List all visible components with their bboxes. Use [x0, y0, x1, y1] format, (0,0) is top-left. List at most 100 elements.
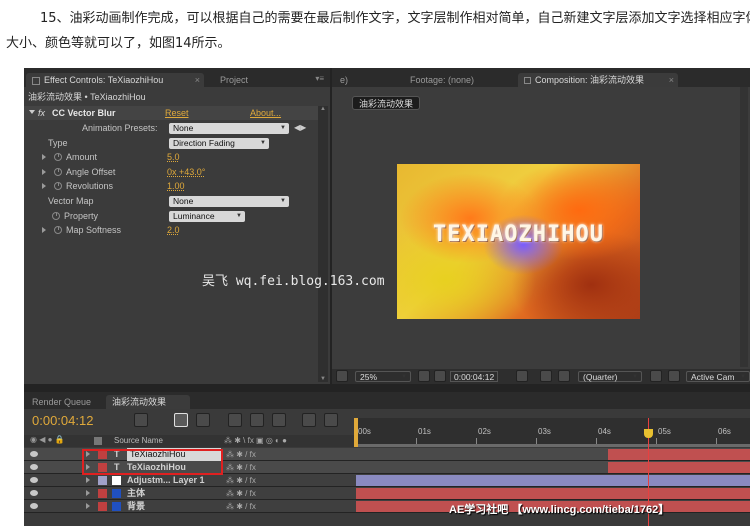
draft-3d-icon[interactable]	[196, 413, 210, 427]
label-color-swatch[interactable]	[98, 502, 107, 511]
layer-switches-icons[interactable]: ⁂ ✱ / fx	[226, 448, 256, 461]
expand-arrow-icon[interactable]	[86, 503, 90, 509]
transparency-grid-icon[interactable]	[668, 370, 680, 382]
show-snapshot-icon[interactable]	[540, 370, 552, 382]
time-ruler[interactable]: 00s 01s 02s 03s 04s 05s 06s	[356, 418, 750, 444]
camera-dropdown[interactable]: Active Cam	[686, 371, 750, 383]
stopwatch-icon[interactable]	[54, 226, 62, 235]
label-color-swatch[interactable]	[98, 489, 107, 498]
property-value[interactable]: 2.0	[167, 223, 180, 237]
snapshot-icon[interactable]	[516, 370, 528, 382]
expand-arrow-icon[interactable]	[86, 477, 90, 483]
comp-mini-flowchart-icon[interactable]	[174, 413, 188, 427]
viewer-scrollbar[interactable]	[740, 87, 748, 367]
ruler-tick-label: 00s	[358, 427, 371, 436]
tab-timeline-comp[interactable]: 油彩流动效果	[106, 395, 190, 409]
visibility-eye-icon[interactable]	[30, 464, 38, 470]
motion-blur-icon[interactable]	[272, 413, 286, 427]
property-row: Property Luminance	[24, 209, 318, 223]
expand-arrow-icon[interactable]	[42, 168, 46, 175]
property-row: Type Direction Fading	[24, 136, 318, 150]
stopwatch-icon[interactable]	[54, 153, 62, 162]
resolution-dropdown[interactable]: (Quarter)	[578, 371, 642, 383]
scroll-down-icon[interactable]: ▼	[320, 376, 326, 382]
property-label: Revolutions	[66, 181, 114, 192]
property-value[interactable]: 0x +43.0°	[167, 165, 205, 179]
fx-icon[interactable]: fx	[38, 106, 45, 120]
tab-left-partial[interactable]: e)	[334, 73, 354, 87]
playhead-handle-icon[interactable]	[643, 429, 653, 438]
layer-name[interactable]: 背景	[127, 500, 145, 513]
about-link[interactable]: About...	[250, 106, 281, 120]
label-color-swatch[interactable]	[98, 476, 107, 485]
tab-footage[interactable]: Footage: (none)	[404, 73, 480, 87]
tab-render-queue[interactable]: Render Queue	[26, 395, 97, 409]
footer-watermark: AE学习社吧 【www.lincg.com/tieba/1762】	[449, 504, 670, 516]
expand-arrow-icon[interactable]	[42, 183, 46, 190]
region-of-interest-icon[interactable]	[650, 370, 662, 382]
preset-nav-arrows-icon[interactable]: ◀▶	[294, 121, 306, 135]
reset-link[interactable]: Reset	[165, 106, 189, 120]
property-dropdown[interactable]: Luminance	[169, 210, 245, 222]
expand-arrow-icon[interactable]	[29, 110, 35, 114]
ruler-tick-label: 03s	[538, 427, 551, 436]
layer-switches-icons[interactable]: ⁂ ✱ / fx	[226, 461, 256, 474]
tab-composition[interactable]: Composition: 油彩流动效果 ×	[518, 73, 678, 87]
graph-editor-icon[interactable]	[302, 413, 316, 427]
layer-duration-bar[interactable]	[356, 475, 750, 486]
stopwatch-icon[interactable]	[54, 167, 62, 176]
zoom-dropdown[interactable]: 25%	[355, 371, 411, 383]
scroll-up-icon[interactable]: ▲	[320, 106, 326, 112]
work-area-start-icon[interactable]	[354, 418, 358, 447]
property-label: Type	[48, 137, 68, 148]
property-label: Angle Offset	[66, 166, 116, 177]
layer-duration-bar[interactable]	[608, 462, 750, 473]
comp-name-button[interactable]: 油彩流动效果	[352, 96, 421, 110]
property-dropdown[interactable]: None	[169, 123, 289, 134]
scrollbar[interactable]: ▲ ▼	[318, 106, 328, 382]
visibility-eye-icon[interactable]	[30, 490, 38, 496]
tab-effect-controls[interactable]: Effect Controls: TeXiaozhiHou ×	[26, 73, 204, 87]
close-icon[interactable]: ×	[669, 73, 674, 87]
layer-name[interactable]: Adjustm... Layer 1	[127, 474, 205, 487]
hide-shy-layers-icon[interactable]	[228, 413, 242, 427]
layer-duration-bar[interactable]	[608, 449, 750, 460]
channel-icon[interactable]	[558, 370, 570, 382]
layer-row[interactable]: Adjustm... Layer 1 ⁂ ✱ / fx	[24, 474, 750, 487]
layer-switches-icons[interactable]: ⁂ ✱ / fx	[226, 474, 256, 487]
tab-project[interactable]: Project	[214, 73, 254, 87]
current-time[interactable]: 0:00:04:12	[450, 371, 499, 382]
layer-row[interactable]: 主体 ⁂ ✱ / fx	[24, 487, 750, 500]
lock-icon[interactable]	[524, 77, 531, 85]
always-preview-icon[interactable]	[336, 370, 348, 382]
ae-screenshot: Effect Controls: TeXiaozhiHou × Project …	[24, 68, 750, 526]
panel-options-icon[interactable]: ▾≡	[315, 74, 324, 83]
visibility-eye-icon[interactable]	[30, 503, 38, 509]
expand-arrow-icon[interactable]	[86, 490, 90, 496]
timeline-timecode[interactable]: 0:00:04:12	[32, 413, 93, 428]
visibility-eye-icon[interactable]	[30, 451, 38, 457]
expand-arrow-icon[interactable]	[42, 227, 46, 234]
brainstorm-icon[interactable]	[324, 413, 338, 427]
work-area-bar[interactable]	[356, 444, 750, 447]
safe-zones-icon[interactable]	[418, 370, 430, 382]
property-value[interactable]: 5.0	[167, 150, 180, 164]
ruler-tick-label: 06s	[718, 427, 731, 436]
visibility-eye-icon[interactable]	[30, 477, 38, 483]
property-value[interactable]: 1.00	[167, 179, 185, 193]
layer-switches-icons[interactable]: ⁂ ✱ / fx	[226, 500, 256, 513]
close-icon[interactable]: ×	[195, 73, 200, 87]
layer-switches-icons[interactable]: ⁂ ✱ / fx	[226, 487, 256, 500]
stopwatch-icon[interactable]	[52, 211, 60, 220]
layer-duration-bar[interactable]	[356, 488, 750, 499]
stopwatch-icon[interactable]	[54, 182, 62, 191]
mask-view-icon[interactable]	[434, 370, 446, 382]
search-icon[interactable]	[134, 413, 148, 427]
layer-name[interactable]: 主体	[127, 487, 145, 500]
frame-blending-icon[interactable]	[250, 413, 264, 427]
property-dropdown[interactable]: Direction Fading	[169, 137, 269, 149]
ruler-tick-label: 05s	[658, 427, 671, 436]
solid-layer-icon	[112, 502, 121, 511]
expand-arrow-icon[interactable]	[42, 154, 46, 161]
property-dropdown[interactable]: None	[169, 196, 289, 207]
